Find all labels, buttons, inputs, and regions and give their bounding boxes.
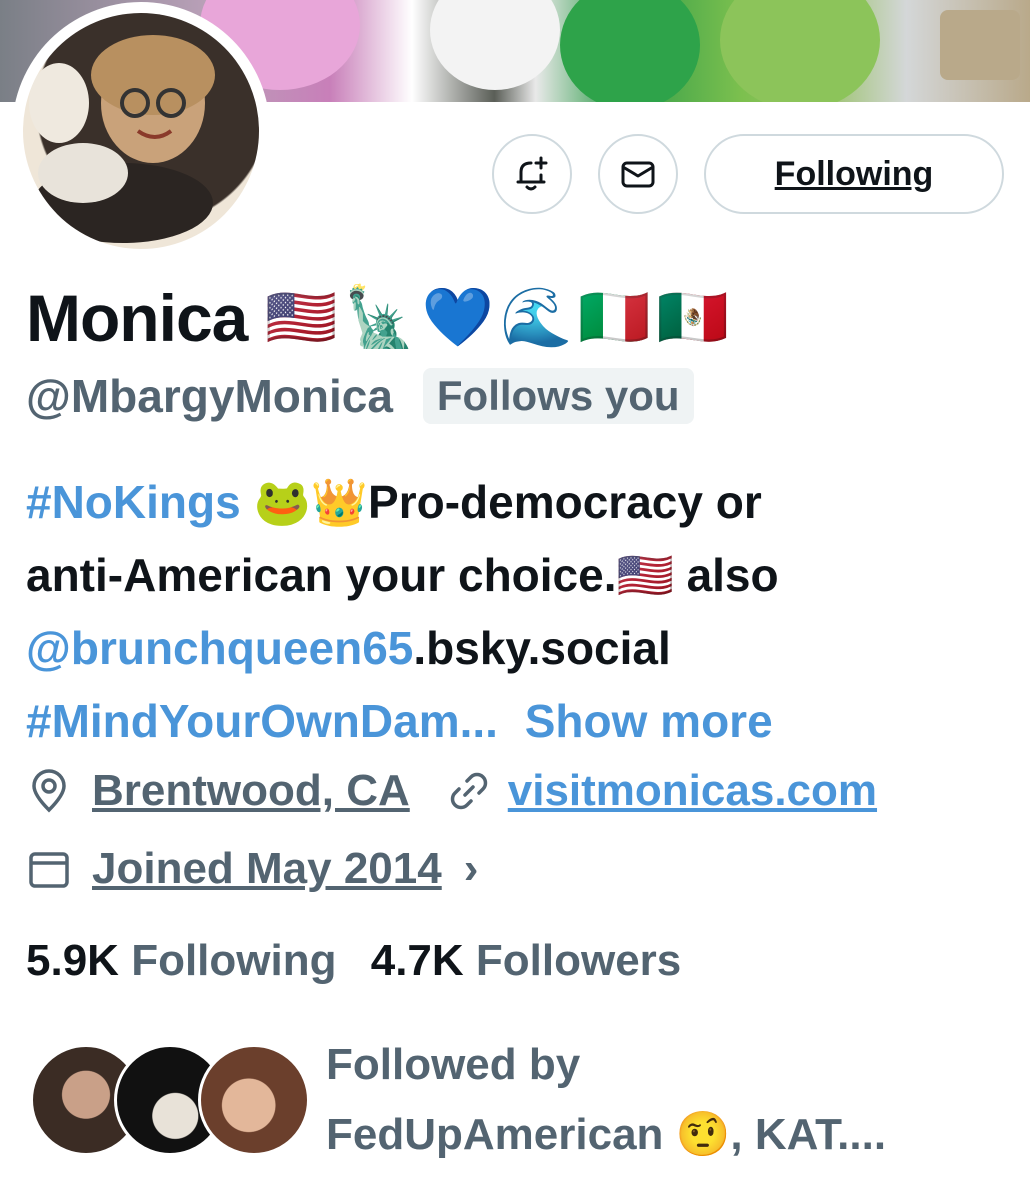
following-stat[interactable]: 5.9K Following: [26, 936, 349, 985]
website-link[interactable]: visitmonicas.com: [508, 766, 877, 816]
followed-by-label: Followed by: [326, 1040, 581, 1089]
bio-text: also: [686, 549, 779, 601]
notify-button[interactable]: [492, 134, 572, 214]
banner-balloon-white: [430, 0, 560, 90]
profile-bio: #NoKings 🐸👑Pro-democracy or anti-America…: [26, 466, 1016, 758]
profile-meta-row: Brentwood, CA visitmonicas.com: [26, 766, 877, 816]
calendar-icon: [26, 846, 72, 892]
profile-avatar[interactable]: [12, 2, 270, 260]
envelope-icon: [618, 154, 658, 194]
link-icon: [446, 768, 492, 814]
profile-name-row: Monica 🇺🇸🗽💙🌊🇮🇹🇲🇽: [26, 280, 735, 356]
mention-link[interactable]: @brunchqueen65: [26, 622, 413, 674]
joined-row[interactable]: Joined May 2014 ›: [26, 844, 478, 894]
user-handle: @MbargyMonica: [26, 370, 393, 422]
follow-stats: 5.9K Following 4.7K Followers: [26, 936, 681, 986]
following-button[interactable]: Following: [704, 134, 1004, 214]
followers-stat[interactable]: 4.7K Followers: [371, 936, 682, 985]
bio-text: .bsky.social: [413, 622, 671, 674]
bio-emoji: 🇺🇸: [616, 549, 674, 601]
joined-date[interactable]: Joined May 2014: [92, 844, 442, 894]
location-link[interactable]: Brentwood, CA: [92, 766, 410, 816]
message-button[interactable]: [598, 134, 678, 214]
followed-by-avatars[interactable]: [30, 1044, 310, 1160]
display-name: Monica: [26, 281, 248, 355]
bio-emojis: 🐸👑: [253, 476, 369, 528]
map-pin-icon: [26, 768, 72, 814]
banner-frog-right: [720, 0, 880, 102]
followed-by-names: FedUpAmerican 🤨, KAT....: [326, 1110, 887, 1159]
avatar: [198, 1044, 310, 1156]
hashtag-link[interactable]: #MindYourOwnDam...: [26, 695, 498, 747]
avatar-photo: [23, 13, 259, 249]
banner-planter: [940, 10, 1020, 80]
followed-by-text[interactable]: Followed by FedUpAmerican 🤨, KAT....: [326, 1030, 886, 1170]
banner-frog-left: [560, 0, 700, 102]
bell-plus-icon: [512, 154, 552, 194]
following-label: Following: [131, 936, 337, 985]
follows-you-badge: Follows you: [422, 368, 694, 424]
bio-text: Pro-democracy or: [368, 476, 762, 528]
following-count: 5.9K: [26, 936, 119, 985]
chevron-right-icon: ›: [463, 844, 479, 893]
hashtag-link[interactable]: #NoKings: [26, 476, 241, 528]
name-emojis: 🇺🇸🗽💙🌊🇮🇹🇲🇽: [265, 285, 735, 350]
followers-label: Followers: [475, 936, 682, 985]
show-more-link[interactable]: Show more: [525, 695, 773, 747]
bio-text: anti-American your choice.: [26, 549, 617, 601]
followers-count: 4.7K: [370, 936, 464, 985]
handle-row: @MbargyMonica Follows you: [26, 368, 694, 424]
